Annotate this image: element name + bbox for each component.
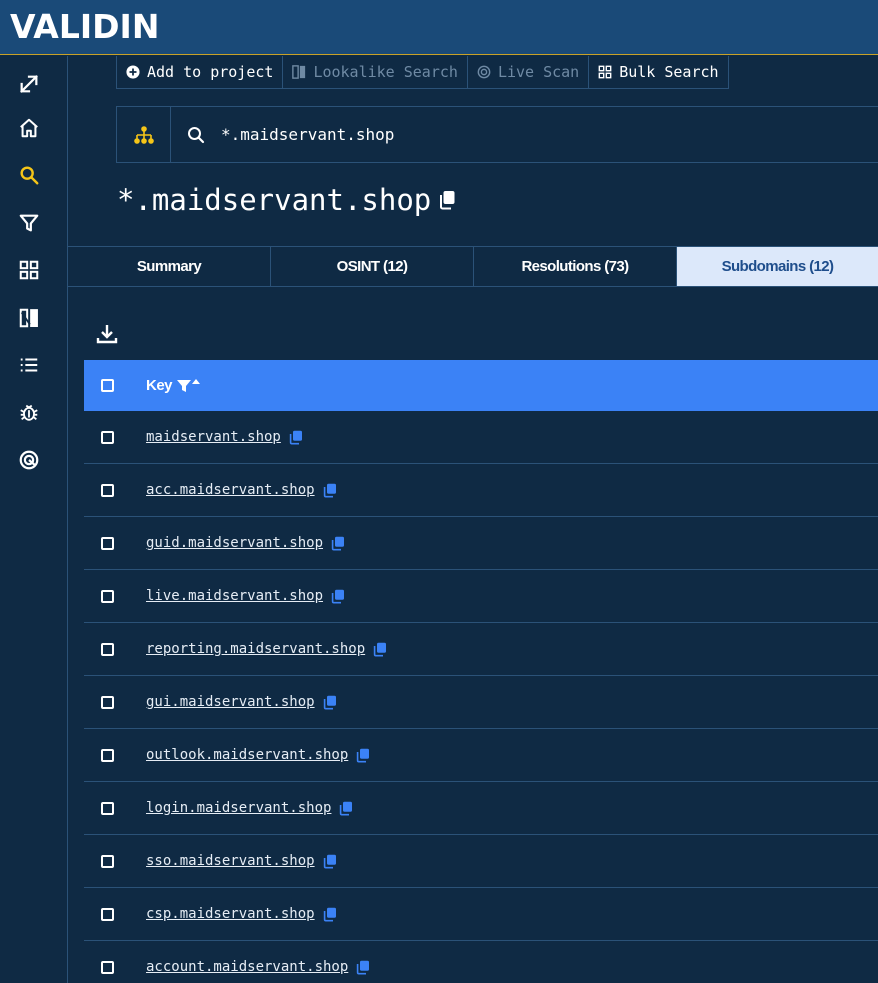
copy-icon[interactable]	[323, 907, 337, 922]
validin-logo[interactable]: VALIDIN	[10, 6, 160, 46]
grid-small-icon	[598, 65, 612, 79]
page-title-text: *.maidservant.shop	[117, 183, 432, 217]
table-row: gui.maidservant.shop	[84, 676, 878, 729]
table-header: Key	[84, 360, 878, 411]
row-checkbox[interactable]	[101, 748, 114, 762]
search-bar	[116, 106, 878, 163]
copy-icon[interactable]	[356, 748, 370, 763]
subdomain-link[interactable]: account.maidservant.shop	[146, 959, 348, 975]
copy-icon[interactable]	[373, 642, 387, 657]
subdomain-link[interactable]: outlook.maidservant.shop	[146, 747, 348, 763]
grid-icon[interactable]	[17, 258, 41, 282]
page-title: *.maidservant.shop	[117, 183, 456, 217]
copy-icon[interactable]	[323, 854, 337, 869]
table-body: maidservant.shop acc.maidservant.shop guid…	[84, 411, 878, 983]
top-header: VALIDIN	[0, 0, 878, 55]
radar-icon	[477, 65, 491, 79]
logo-text: VALIDIN	[10, 6, 160, 46]
row-checkbox[interactable]	[101, 695, 114, 709]
tab-resolutions[interactable]: Resolutions (73)	[474, 247, 677, 286]
row-checkbox[interactable]	[101, 536, 114, 550]
row-checkbox[interactable]	[101, 589, 114, 603]
tab-subdomains[interactable]: Subdomains (12)	[677, 247, 878, 286]
key-column-header[interactable]: Key	[146, 377, 202, 394]
table-row: csp.maidservant.shop	[84, 888, 878, 941]
row-checkbox[interactable]	[101, 801, 114, 815]
table-row: sso.maidservant.shop	[84, 835, 878, 888]
key-header-label: Key	[146, 377, 173, 394]
lookalike-search-button[interactable]: Lookalike Search	[283, 56, 468, 88]
subdomain-link[interactable]: csp.maidservant.shop	[146, 906, 315, 922]
search-icon[interactable]	[17, 163, 41, 187]
add-to-project-button[interactable]: Add to project	[117, 56, 284, 88]
lookalike-icon	[292, 65, 306, 79]
subdomain-link[interactable]: guid.maidservant.shop	[146, 535, 323, 551]
tab-bar: Summary OSINT (12) Resolutions (73) Subd…	[68, 246, 878, 287]
bug-icon[interactable]	[17, 400, 41, 424]
toolbar: Add to project Lookalike Search Live Sca…	[116, 56, 729, 89]
copy-icon[interactable]	[339, 801, 353, 816]
subdomain-link[interactable]: live.maidservant.shop	[146, 588, 323, 604]
subdomain-link[interactable]: reporting.maidservant.shop	[146, 641, 365, 657]
subdomain-link[interactable]: acc.maidservant.shop	[146, 482, 315, 498]
tab-summary[interactable]: Summary	[68, 247, 271, 286]
lookalike-search-label: Lookalike Search	[313, 63, 458, 81]
table-row: reporting.maidservant.shop	[84, 623, 878, 676]
copy-icon[interactable]	[439, 190, 456, 210]
row-checkbox[interactable]	[101, 642, 114, 656]
table-row: account.maidservant.shop	[84, 941, 878, 983]
subdomain-link[interactable]: maidservant.shop	[146, 429, 281, 445]
bulk-search-label: Bulk Search	[619, 63, 719, 81]
table-row: outlook.maidservant.shop	[84, 729, 878, 782]
table-row: acc.maidservant.shop	[84, 464, 878, 517]
copy-icon[interactable]	[289, 430, 303, 445]
select-all-checkbox[interactable]	[101, 379, 114, 392]
bulk-search-button[interactable]: Bulk Search	[589, 56, 727, 88]
subdomains-table: Key maidservant.shop acc.maidservant.shop…	[84, 360, 878, 983]
table-row: live.maidservant.shop	[84, 570, 878, 623]
copy-icon[interactable]	[331, 589, 345, 604]
row-checkbox[interactable]	[101, 960, 114, 974]
search-icon	[188, 126, 205, 143]
copy-icon[interactable]	[331, 536, 345, 551]
search-field	[171, 107, 878, 162]
row-checkbox[interactable]	[101, 854, 114, 868]
subdomain-link[interactable]: login.maidservant.shop	[146, 800, 331, 816]
table-row: maidservant.shop	[84, 411, 878, 464]
plus-circle-icon	[126, 65, 140, 79]
row-checkbox[interactable]	[101, 483, 114, 497]
live-scan-button[interactable]: Live Scan	[468, 56, 590, 88]
copy-icon[interactable]	[323, 483, 337, 498]
filter-icon[interactable]	[17, 211, 41, 235]
list-icon[interactable]	[17, 353, 41, 377]
sidebar	[0, 56, 68, 983]
live-scan-label: Live Scan	[497, 63, 580, 81]
copy-icon[interactable]	[323, 695, 337, 710]
home-icon[interactable]	[17, 116, 41, 140]
tab-osint[interactable]: OSINT (12)	[271, 247, 474, 286]
network-icon	[133, 125, 154, 144]
expand-icon[interactable]	[17, 72, 41, 96]
row-checkbox[interactable]	[101, 430, 114, 444]
filter-sort-icon[interactable]	[176, 378, 202, 394]
table-row: login.maidservant.shop	[84, 782, 878, 835]
add-to-project-label: Add to project	[147, 63, 274, 81]
subdomain-link[interactable]: sso.maidservant.shop	[146, 853, 315, 869]
subdomain-link[interactable]: gui.maidservant.shop	[146, 694, 315, 710]
target-icon[interactable]	[17, 448, 41, 472]
row-checkbox[interactable]	[101, 907, 114, 921]
compare-icon[interactable]	[17, 306, 41, 330]
search-input[interactable]	[221, 125, 621, 144]
search-type-selector[interactable]	[117, 107, 171, 162]
table-row: guid.maidservant.shop	[84, 517, 878, 570]
copy-icon[interactable]	[356, 960, 370, 975]
download-icon[interactable]	[96, 323, 118, 345]
